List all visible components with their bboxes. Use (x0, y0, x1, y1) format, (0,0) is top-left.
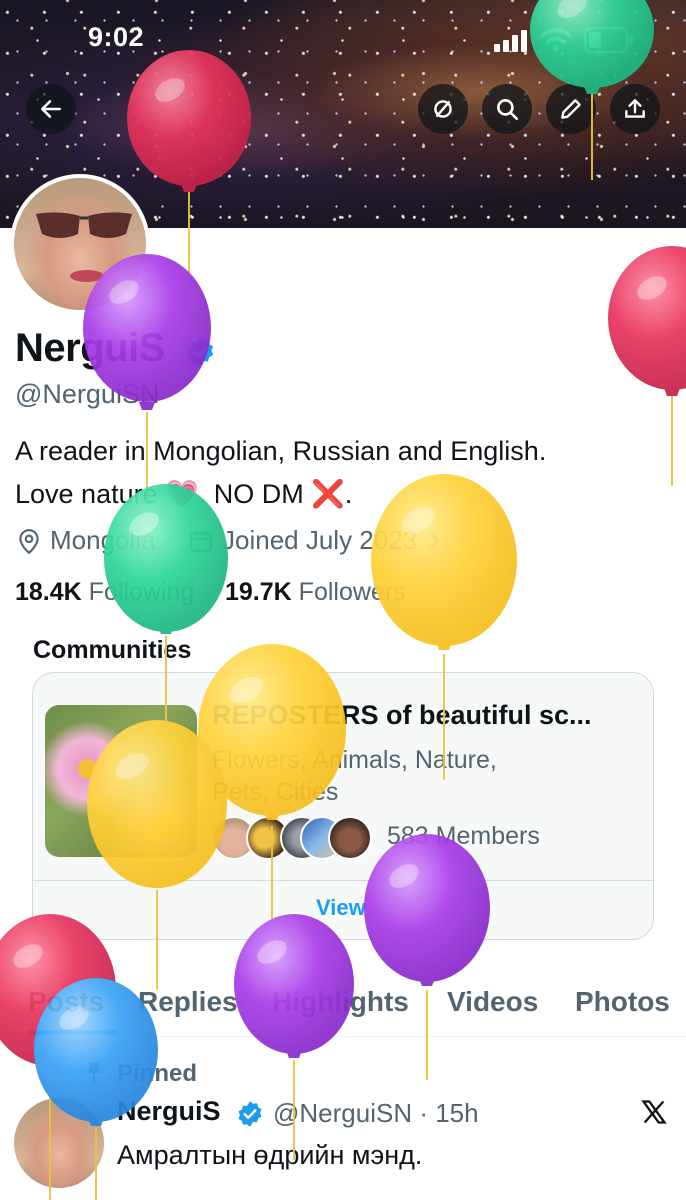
wifi-icon (540, 28, 572, 51)
tab-replies[interactable]: Replies (138, 986, 238, 1018)
chevron-right-icon (430, 532, 440, 549)
communities-title: Communities (33, 636, 192, 664)
active-tab-indicator (28, 1030, 116, 1035)
followers-stat[interactable]: 19.7K Followers (225, 578, 406, 607)
battery-icon (584, 27, 633, 53)
profile-avatar[interactable] (10, 174, 150, 314)
status-time: 9:02 (88, 22, 145, 52)
tabs-divider (0, 1036, 686, 1037)
community-thumbnail (45, 705, 197, 857)
search-icon (497, 99, 519, 121)
location-pin-icon (19, 528, 39, 554)
tab-highlights[interactable]: Highlights (272, 986, 409, 1018)
verified-badge-icon[interactable] (184, 336, 216, 368)
mute-button[interactable] (418, 84, 468, 134)
profile-name: NerguiS (15, 326, 165, 370)
following-stat[interactable]: 18.4K Following (15, 578, 194, 607)
pinned-label: Pinned (117, 1060, 198, 1087)
followers-count: 19.7K (225, 578, 292, 606)
location-text: Mongolia (50, 525, 156, 555)
share-button[interactable] (610, 84, 660, 134)
signal-icon (494, 30, 527, 52)
following-label: Following (88, 578, 195, 606)
profile-handle: @NerguiSN (15, 379, 160, 409)
post-handle-time: @NerguiSN · 15h (273, 1098, 479, 1128)
members-count: 583 Members (387, 822, 540, 850)
share-icon (625, 99, 645, 118)
location-meta: Mongolia (16, 525, 156, 556)
tab-videos[interactable]: Videos (447, 986, 538, 1018)
post-author[interactable]: NerguiS (117, 1096, 221, 1127)
bio-line-2: Love nature 💗. NO DM ❌. (15, 479, 353, 509)
joined-text: Joined July 2023 (222, 525, 418, 555)
card-divider (33, 880, 653, 881)
pin-icon (86, 1062, 102, 1084)
calendar-icon (190, 530, 212, 552)
member-avatar (328, 816, 372, 860)
post-text: Амралтын өдрийн мэнд. (117, 1140, 423, 1170)
community-name[interactable]: REPOSTERS of beautiful sc... (212, 700, 592, 731)
search-button[interactable] (482, 84, 532, 134)
tab-photos[interactable]: Photos (575, 986, 670, 1018)
mute-icon (434, 100, 452, 118)
view-community-link[interactable]: View (316, 895, 366, 921)
following-count: 18.4K (15, 578, 82, 606)
back-arrow-icon (41, 100, 61, 118)
x-logo-icon (641, 1100, 667, 1124)
community-description: Flowers, Animals, Nature, Pets, Cities (212, 746, 497, 806)
back-button[interactable] (26, 84, 76, 134)
tab-posts[interactable]: Posts (28, 986, 104, 1018)
verified-badge-icon (238, 1101, 262, 1127)
edit-pencil-icon (561, 99, 581, 119)
post-avatar[interactable] (14, 1098, 104, 1188)
bio-line-1: A reader in Mongolian, Russian and Engli… (15, 436, 547, 466)
followers-label: Followers (298, 578, 406, 606)
edit-button[interactable] (546, 84, 596, 134)
joined-meta[interactable]: Joined July 2023 (188, 525, 443, 556)
